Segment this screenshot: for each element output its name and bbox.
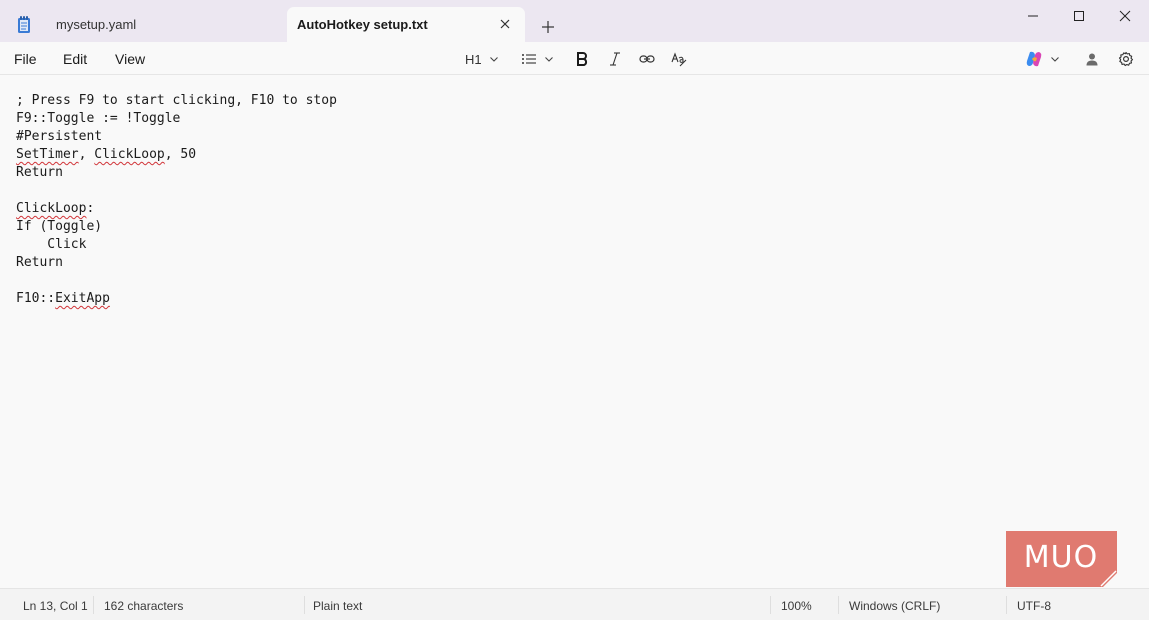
link-icon [639, 55, 655, 63]
chevron-down-icon [545, 57, 553, 62]
settings-button[interactable] [1118, 48, 1134, 70]
zoom-level[interactable]: 100% [781, 599, 812, 613]
notepad-app-icon [18, 16, 30, 33]
divider [770, 596, 771, 614]
divider [1006, 596, 1007, 614]
minimize-button[interactable] [1010, 6, 1056, 26]
character-count: 162 characters [104, 599, 184, 613]
bold-icon [577, 52, 588, 66]
code-line: #Persistent [16, 128, 337, 146]
divider [93, 596, 94, 614]
close-window-button[interactable] [1102, 6, 1148, 26]
code-text: ; Press F9 to start clicking, F10 to sto… [16, 93, 337, 108]
account-icon [1086, 53, 1098, 66]
code-line: F10::ExitApp [16, 290, 337, 308]
list-dropdown[interactable] [521, 48, 554, 70]
editor-text[interactable]: ; Press F9 to start clicking, F10 to sto… [16, 92, 337, 308]
divider [304, 596, 305, 614]
code-text: Click [16, 237, 87, 252]
muo-watermark-logo: MUO [1006, 531, 1117, 587]
tab-autohotkey-setup[interactable]: AutoHotkey setup.txt [287, 7, 525, 42]
menu-file[interactable]: File [14, 51, 37, 67]
title-bar: mysetup.yaml AutoHotkey setup.txt [0, 0, 1149, 42]
italic-button[interactable] [608, 48, 622, 70]
text-editor-area[interactable]: ; Press F9 to start clicking, F10 to sto… [0, 75, 1149, 588]
minimize-icon [1028, 15, 1038, 17]
heading-label: H1 [465, 51, 482, 67]
spelling-error-word: ExitApp [55, 291, 110, 306]
code-line: Click [16, 236, 337, 254]
clear-formatting-button[interactable] [671, 48, 687, 70]
menu-view[interactable]: View [115, 51, 145, 67]
bold-button[interactable] [575, 48, 589, 70]
code-text: F9::Toggle := !Toggle [16, 111, 181, 126]
code-line: Return [16, 164, 337, 182]
code-text: If (Toggle) [16, 219, 103, 234]
list-icon [522, 54, 536, 64]
close-icon [1119, 10, 1131, 22]
code-text: Return [16, 255, 63, 270]
notepad-window: mysetup.yaml AutoHotkey setup.txt File E… [0, 0, 1149, 620]
encoding[interactable]: UTF-8 [1017, 599, 1051, 613]
code-text: , [78, 147, 95, 162]
insert-link-button[interactable] [639, 48, 655, 70]
copilot-dropdown[interactable] [1025, 48, 1060, 70]
code-line: ; Press F9 to start clicking, F10 to sto… [16, 92, 337, 110]
text-format[interactable]: Plain text [313, 599, 362, 613]
chevron-down-icon [489, 57, 498, 62]
code-text: : [86, 201, 95, 216]
code-text: , 50 [164, 147, 197, 162]
status-bar: Ln 13, Col 1 162 characters Plain text 1… [0, 588, 1149, 620]
code-text: Return [16, 165, 63, 180]
maximize-button[interactable] [1056, 6, 1102, 26]
spelling-error-word: SetTimer [16, 147, 79, 162]
code-text: #Persistent [16, 129, 103, 144]
menu-edit[interactable]: Edit [63, 51, 87, 67]
new-tab-plus-icon[interactable] [538, 17, 558, 37]
maximize-icon [1074, 11, 1084, 21]
menu-bar: File Edit View H1 [0, 42, 1149, 75]
code-line: F9::Toggle := !Toggle [16, 110, 337, 128]
settings-icon [1118, 51, 1134, 67]
close-tab-icon[interactable] [497, 16, 513, 32]
chevron-down-icon [1051, 57, 1059, 62]
spelling-error-word: ClickLoop [16, 201, 87, 216]
divider [838, 596, 839, 614]
tab-mysetup-yaml[interactable]: mysetup.yaml [44, 7, 284, 42]
code-line: SetTimer, ClickLoop, 50 [16, 146, 337, 164]
code-text: F10:: [16, 291, 56, 306]
code-line: ClickLoop: [16, 200, 337, 218]
clear-formatting-icon [671, 52, 687, 67]
cursor-position[interactable]: Ln 13, Col 1 [23, 599, 88, 613]
watermark-text: MUO [1024, 540, 1098, 575]
italic-icon [610, 52, 620, 66]
code-line: Return [16, 254, 337, 272]
heading-dropdown[interactable]: H1 [465, 48, 499, 70]
copilot-icon [1026, 51, 1042, 67]
tab-label: mysetup.yaml [56, 17, 137, 32]
spelling-error-word: ClickLoop [94, 147, 165, 162]
code-line: If (Toggle) [16, 218, 337, 236]
account-button[interactable] [1085, 48, 1099, 70]
tab-label: AutoHotkey setup.txt [297, 17, 428, 32]
line-ending[interactable]: Windows (CRLF) [849, 599, 940, 613]
